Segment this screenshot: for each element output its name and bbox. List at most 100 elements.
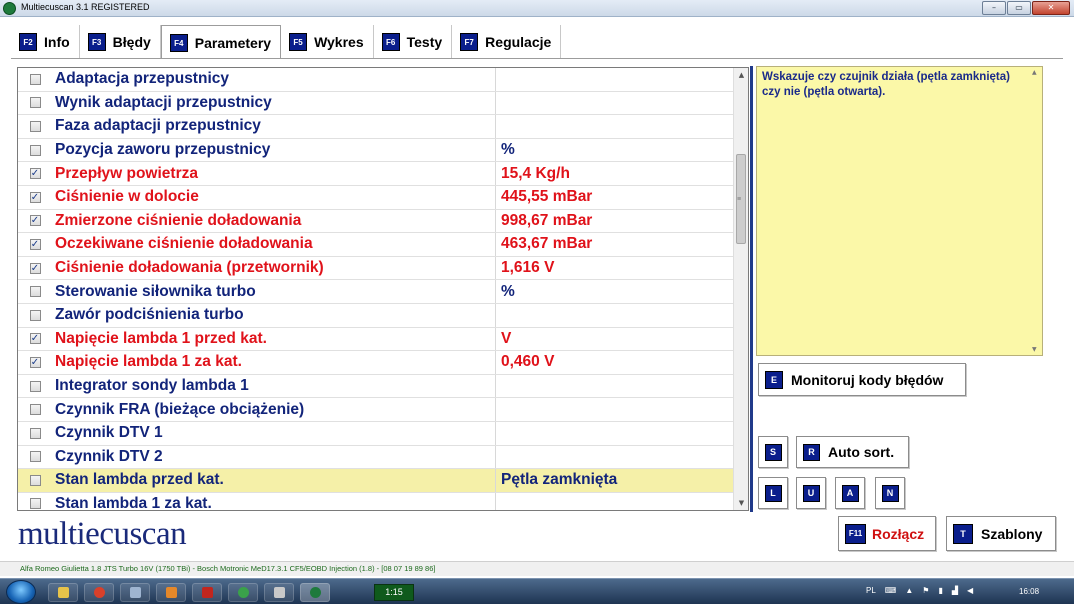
scroll-up-icon[interactable]: ▲ [1032, 69, 1037, 76]
parameter-value [496, 446, 734, 469]
table-row[interactable]: Stan lambda 1 za kat. [18, 492, 734, 510]
panel-divider[interactable] [750, 66, 753, 512]
parameter-checkbox[interactable] [29, 144, 41, 156]
table-row[interactable]: Adaptacja przepustnicy [18, 68, 734, 92]
checkbox-cell [18, 280, 52, 303]
table-row[interactable]: Faza adaptacji przepustnicy [18, 115, 734, 139]
minimize-button[interactable]: – [982, 1, 1006, 15]
l-button[interactable]: L [758, 477, 788, 509]
parameter-name: Adaptacja przepustnicy [52, 68, 496, 91]
s-button[interactable]: S [758, 436, 788, 468]
table-row[interactable]: ✓ Zmierzone ciśnienie doładowania 998,67 m… [18, 209, 734, 234]
scroll-down-icon[interactable]: ▼ [734, 496, 748, 510]
volume-icon[interactable]: ◀ [967, 586, 973, 595]
auto-sort-button[interactable]: R Auto sort. [796, 436, 909, 468]
checkbox-cell: ✓ [18, 351, 52, 374]
tab-wykres[interactable]: F5 Wykres [281, 25, 374, 59]
maximize-button[interactable]: ▭ [1007, 1, 1031, 15]
parameter-checkbox[interactable] [29, 73, 41, 85]
table-row[interactable]: ✓ Napięcie lambda 1 przed kat. V [18, 327, 734, 352]
table-row[interactable]: Pozycja zaworu przepustnicy% [18, 138, 734, 163]
multiecuscan-taskbar-icon[interactable] [300, 583, 330, 602]
keyboard-icon[interactable]: ⌨ [885, 586, 897, 595]
parameter-value [496, 68, 734, 91]
table-row[interactable]: ✓ Oczekiwane ciśnienie doładowania 463,67 … [18, 233, 734, 257]
monitor-error-codes-button[interactable]: E Monitoruj kody błędów [758, 363, 966, 396]
timer-indicator[interactable]: 1:15 [374, 584, 414, 601]
tab-label: Info [44, 34, 70, 50]
key-badge: E [765, 370, 783, 389]
parameter-value: V [501, 329, 512, 347]
button-label: Monitoruj kody błędów [791, 371, 944, 388]
table-row[interactable]: Czynnik FRA (bieżące obciążenie) [18, 398, 734, 422]
network-icon[interactable]: ▟ [952, 586, 958, 595]
parameter-name: Integrator sondy lambda 1 [52, 374, 496, 398]
parameter-value: 445,55 mBar [501, 188, 593, 206]
start-button[interactable] [6, 580, 36, 604]
table-row[interactable]: Integrator sondy lambda 1 [18, 374, 734, 399]
disconnect-button[interactable]: F11 Rozłącz [838, 516, 936, 551]
table-row[interactable]: Zawór podciśnienia turbo [18, 303, 734, 328]
table-row[interactable]: ✓ Przepływ powietrza 15,4 Kg/h [18, 162, 734, 186]
tab-parametery[interactable]: F4 Parametery [160, 25, 282, 59]
key-badge: A [841, 484, 859, 502]
parameter-checkbox[interactable] [29, 309, 41, 321]
parameter-checkbox[interactable]: ✓ [29, 191, 41, 203]
parameter-checkbox[interactable] [29, 97, 41, 109]
parameter-checkbox[interactable]: ✓ [29, 215, 41, 227]
chrome-icon[interactable] [84, 583, 114, 602]
parameter-name: Czynnik DTV 2 [52, 445, 496, 469]
parameter-checkbox[interactable]: ✓ [29, 168, 41, 180]
app-icon-green[interactable] [228, 583, 258, 602]
table-row[interactable]: ✓ Ciśnienie doładowania (przetwornik) 1,61… [18, 256, 734, 281]
a-button[interactable]: A [835, 477, 865, 509]
table-row[interactable]: Sterowanie siłownika turbo% [18, 280, 734, 304]
parameter-checkbox[interactable] [29, 380, 41, 392]
battery-icon[interactable]: ▮ [938, 586, 942, 595]
tab-info[interactable]: F2 Info [11, 25, 80, 59]
close-button[interactable]: ✕ [1032, 1, 1070, 15]
n-button[interactable]: N [875, 477, 905, 509]
tab-testy[interactable]: F6 Testy [374, 25, 453, 59]
tab-błędy[interactable]: F3 Błędy [80, 25, 161, 59]
clock[interactable]: 16:08 [1019, 587, 1039, 596]
templates-button[interactable]: T Szablony [946, 516, 1056, 551]
flag-icon[interactable]: ⚑ [922, 586, 929, 595]
checkbox-cell [18, 139, 52, 162]
parameter-value: Pętla zamknięta [501, 471, 618, 489]
parameter-checkbox[interactable]: ✓ [29, 333, 41, 345]
description-scrollbar[interactable]: ▲ ▼ [1030, 67, 1042, 355]
parameter-checkbox[interactable]: ✓ [29, 356, 41, 368]
parameter-checkbox[interactable] [29, 474, 41, 486]
pdf-reader-icon[interactable] [192, 583, 222, 602]
scroll-up-icon[interactable]: ▲ [734, 68, 748, 82]
tool-icon[interactable] [264, 583, 294, 602]
parameter-checkbox[interactable]: ✓ [29, 262, 41, 274]
u-button[interactable]: U [796, 477, 826, 509]
parameter-checkbox[interactable] [29, 451, 41, 463]
parameter-checkbox[interactable] [29, 404, 41, 416]
scroll-down-icon[interactable]: ▼ [1032, 346, 1037, 353]
description-panel: Wskazuje czy czujnik działa (pętla zamkn… [756, 66, 1043, 356]
parameter-checkbox[interactable]: ✓ [29, 238, 41, 250]
table-row[interactable]: Czynnik DTV 1 [18, 421, 734, 446]
explorer-icon[interactable] [48, 583, 78, 602]
language-indicator[interactable]: PL [866, 586, 876, 595]
app-window-icon[interactable] [120, 583, 150, 602]
media-player-icon[interactable] [156, 583, 186, 602]
tray-expand-icon[interactable]: ▲ [905, 586, 913, 595]
table-row[interactable]: Czynnik DTV 2 [18, 445, 734, 470]
table-row[interactable]: ✓ Ciśnienie w dolocie 445,55 mBar [18, 185, 734, 210]
parameter-name: Napięcie lambda 1 za kat. [52, 351, 496, 374]
parameter-value [496, 422, 734, 445]
parameter-value: % [501, 141, 515, 159]
table-scrollbar[interactable]: ▲ ≡ ▼ [733, 68, 748, 510]
tab-regulacje[interactable]: F7 Regulacje [452, 25, 562, 59]
table-row[interactable]: Wynik adaptacji przepustnicy [18, 91, 734, 116]
parameter-checkbox[interactable] [29, 120, 41, 132]
table-row[interactable]: ✓ Napięcie lambda 1 za kat. 0,460 V [18, 351, 734, 375]
parameter-checkbox[interactable] [29, 498, 41, 510]
parameter-checkbox[interactable] [29, 286, 41, 298]
parameter-checkbox[interactable] [29, 427, 41, 439]
table-row[interactable]: Stan lambda przed kat. Pętla zamknięta [18, 469, 734, 493]
